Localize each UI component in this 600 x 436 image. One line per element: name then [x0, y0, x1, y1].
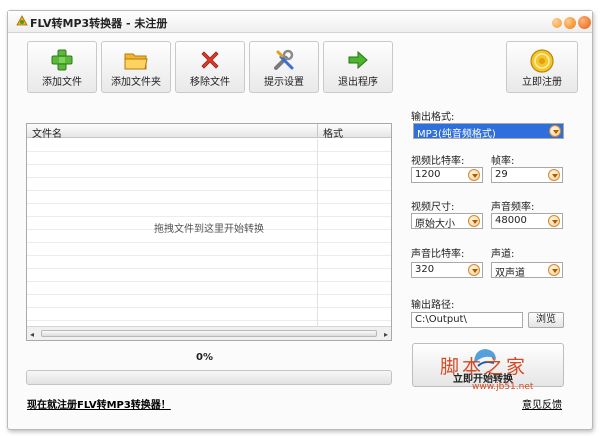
scroll-left-icon[interactable]: ◂: [30, 330, 34, 339]
exit-label: 退出程序: [338, 77, 378, 88]
add-file-button[interactable]: 添加文件: [27, 41, 97, 93]
delete-x-icon: [201, 51, 219, 69]
video-bitrate-label: 视频比特率:: [411, 156, 465, 167]
chevron-down-icon[interactable]: [548, 264, 560, 276]
video-size-select[interactable]: 原始大小: [411, 213, 483, 230]
frame-rate-label: 帧率:: [491, 156, 515, 167]
arrow-right-icon: [348, 50, 368, 70]
output-path-label: 输出路径:: [411, 300, 455, 311]
plus-icon: [51, 49, 73, 71]
progress-percent: 0%: [196, 352, 213, 363]
remove-file-button[interactable]: 移除文件: [175, 41, 245, 93]
column-header-format[interactable]: 格式: [323, 125, 343, 140]
settings-button[interactable]: 提示设置: [249, 41, 319, 93]
remove-file-label: 移除文件: [190, 77, 230, 88]
scroll-right-icon[interactable]: ▸: [384, 330, 388, 339]
add-folder-button[interactable]: 添加文件夹: [101, 41, 171, 93]
scrollbar-thumb[interactable]: [41, 330, 377, 337]
chevron-down-icon[interactable]: [468, 169, 480, 181]
chevron-down-icon[interactable]: [548, 215, 560, 227]
chevron-down-icon[interactable]: [548, 169, 560, 181]
chevron-down-icon[interactable]: [549, 125, 561, 137]
feedback-link[interactable]: 意见反馈: [522, 396, 562, 411]
output-format-select[interactable]: MP3(纯音频格式): [413, 123, 564, 140]
register-label: 立即注册: [522, 77, 562, 88]
video-size-value: 原始大小: [415, 219, 455, 230]
sample-rate-label: 声音频率:: [491, 202, 535, 213]
output-format-value: MP3(纯音频格式): [417, 129, 496, 140]
progress-bar: [26, 370, 392, 385]
watermark-url: www.jb51.net: [472, 382, 534, 392]
register-now-link[interactable]: 现在就注册FLV转MP3转换器！: [27, 396, 171, 411]
folder-icon: [124, 53, 148, 70]
audio-bitrate-value: 320: [415, 264, 435, 275]
chevron-down-icon[interactable]: [468, 264, 480, 276]
video-bitrate-select[interactable]: 1200: [411, 167, 483, 183]
chevron-down-icon[interactable]: [468, 215, 480, 227]
coin-icon: [530, 49, 554, 73]
file-list-header: 文件名 格式: [27, 124, 391, 140]
frame-rate-value: 29: [495, 169, 508, 180]
watermark-text: 脚本之家: [440, 356, 529, 378]
settings-label: 提示设置: [264, 77, 304, 88]
file-list[interactable]: 文件名 格式 拖拽文件到这里开始转换 ◂ ▸: [26, 123, 392, 341]
drop-hint: 拖拽文件到这里开始转换: [154, 224, 264, 235]
add-file-label: 添加文件: [42, 77, 82, 88]
window-title: FLV转MP3转换器 - 未注册: [30, 17, 168, 30]
add-folder-label: 添加文件夹: [111, 77, 161, 88]
column-separator[interactable]: [317, 124, 318, 138]
output-format-label: 输出格式:: [411, 112, 455, 123]
close-button[interactable]: [578, 16, 591, 29]
channel-value: 双声道: [495, 268, 525, 279]
channel-label: 声道:: [491, 249, 515, 260]
sample-rate-select[interactable]: 48000: [491, 213, 563, 229]
maximize-button[interactable]: [564, 17, 576, 29]
sample-rate-value: 48000: [495, 215, 527, 226]
tools-icon: [274, 49, 294, 70]
minimize-button[interactable]: [552, 18, 562, 28]
browse-button[interactable]: 浏览: [528, 312, 564, 328]
column-header-filename[interactable]: 文件名: [32, 125, 62, 140]
frame-rate-select[interactable]: 29: [491, 167, 563, 183]
register-button[interactable]: 立即注册: [506, 41, 578, 93]
video-bitrate-value: 1200: [415, 169, 441, 180]
horizontal-scrollbar[interactable]: ◂ ▸: [27, 326, 391, 340]
audio-bitrate-select[interactable]: 320: [411, 262, 483, 278]
exit-button[interactable]: 退出程序: [323, 41, 393, 93]
app-logo-icon: [16, 15, 28, 26]
channel-select[interactable]: 双声道: [491, 262, 563, 279]
audio-bitrate-label: 声音比特率:: [411, 249, 465, 260]
video-size-label: 视频尺寸:: [411, 202, 455, 213]
output-path-input[interactable]: C:\Output\: [411, 312, 523, 328]
title-bar: FLV转MP3转换器 - 未注册: [8, 11, 592, 33]
